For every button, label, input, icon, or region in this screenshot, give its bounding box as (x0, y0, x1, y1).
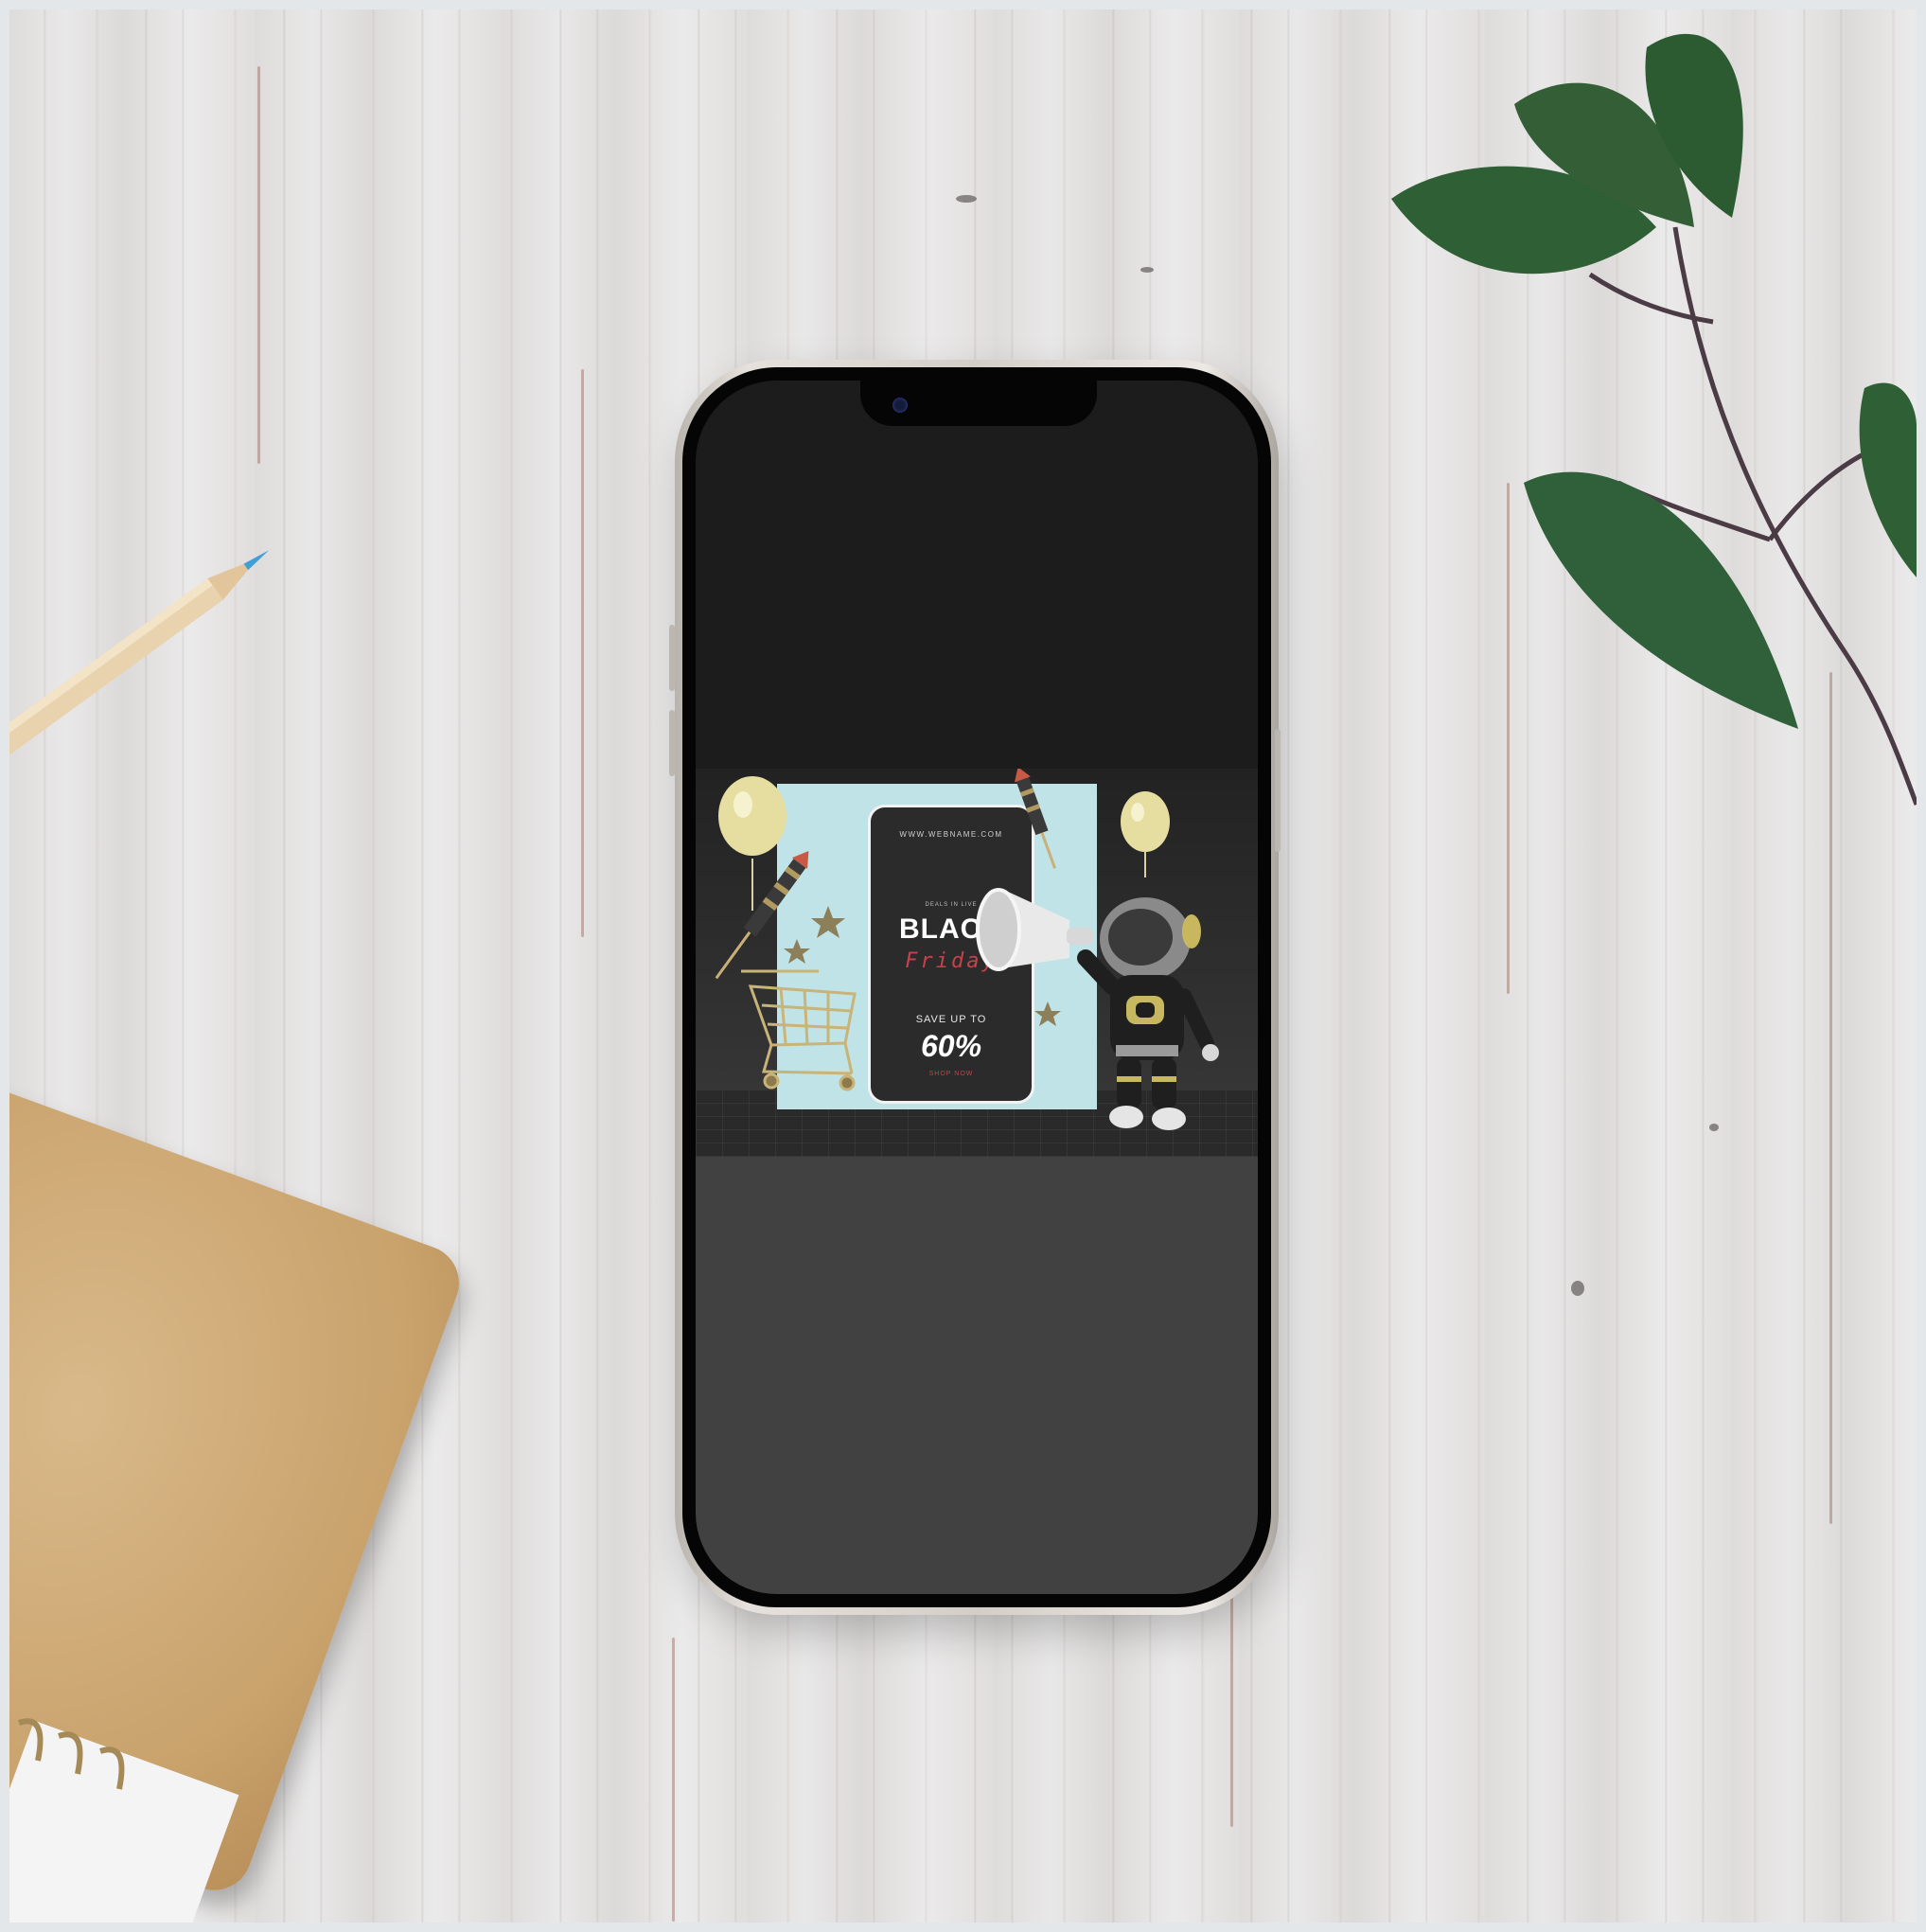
astronaut-icon (1077, 897, 1219, 1130)
wood-knot (1709, 1124, 1719, 1131)
wooden-table-scene: WWW.WEBNAME.COM DEALS IN LIVE BLACK Frid… (9, 9, 1917, 1923)
wood-crack (257, 66, 260, 464)
shopping-cart-icon (741, 969, 857, 1091)
balloon-icon (1121, 791, 1170, 877)
phone-side-button (669, 625, 675, 691)
wood-knot (956, 195, 977, 203)
pencil-icon (9, 550, 270, 762)
notebook-rings (18, 1718, 125, 1790)
wood-crack (581, 369, 584, 937)
wood-crack (672, 1638, 675, 1922)
black-friday-promo: WWW.WEBNAME.COM DEALS IN LIVE BLACK Frid… (696, 769, 1258, 1157)
wood-knot (1140, 267, 1154, 273)
phone-side-button (669, 710, 675, 776)
rocket-icon (1014, 769, 1057, 869)
phone-side-button (1275, 729, 1281, 852)
screen-bottom-panel (696, 1157, 1258, 1594)
rocket-icon (715, 851, 809, 980)
megaphone-icon (976, 888, 1093, 971)
wood-knot (1571, 1281, 1584, 1296)
promo-illustration (715, 769, 1219, 1130)
leaf-icon (1391, 33, 1917, 806)
front-camera-icon (892, 398, 908, 413)
phone-screen: WWW.WEBNAME.COM DEALS IN LIVE BLACK Frid… (696, 381, 1258, 1594)
